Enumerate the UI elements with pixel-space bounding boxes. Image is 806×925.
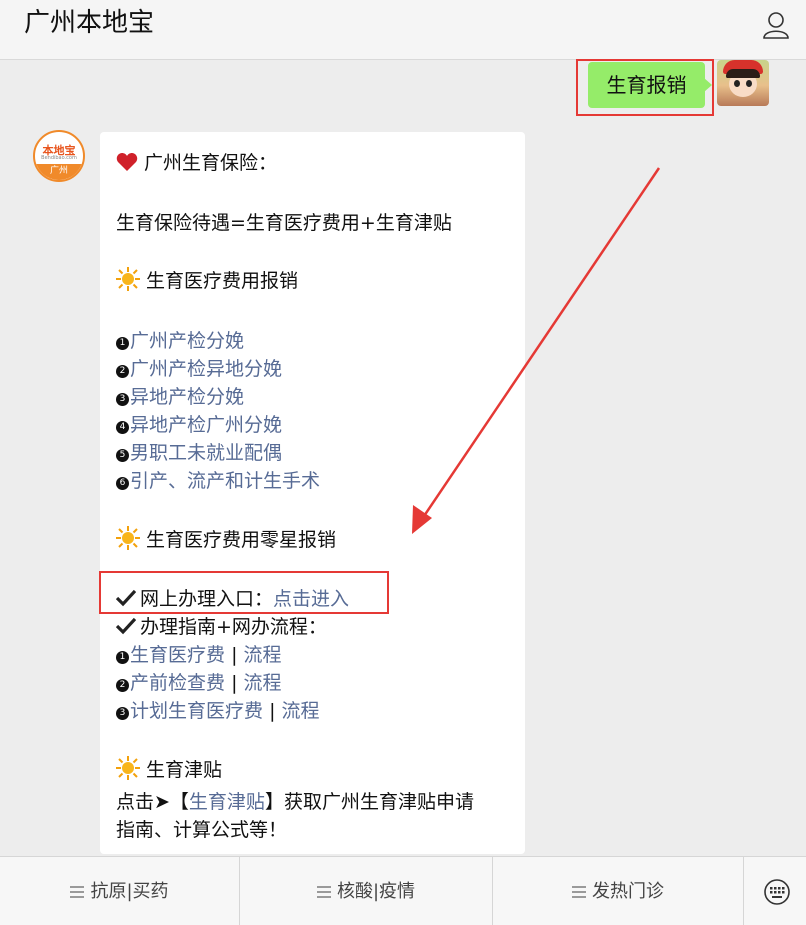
list-link[interactable]: 异地产检分娩: [130, 386, 244, 408]
allowance-suffix: 】获取广州生育津贴申请: [264, 791, 474, 813]
list-link[interactable]: 计划生育医疗费: [130, 700, 263, 722]
menu-label: 核酸|疫情: [336, 881, 416, 902]
process-link[interactable]: 流程: [244, 672, 282, 694]
chat-title: 广州本地宝: [24, 8, 155, 38]
list-link[interactable]: 产前检查费: [130, 672, 225, 694]
list-link[interactable]: 广州产检异地分娩: [130, 358, 282, 380]
list-item: 3 计划生育医疗费 | 流程: [116, 696, 320, 723]
sun-icon: [116, 526, 140, 550]
number-badge: 2: [116, 679, 129, 692]
list-item[interactable]: 3 异地产检分娩: [116, 382, 244, 409]
number-badge: 3: [116, 707, 129, 720]
number-badge: 1: [116, 651, 129, 664]
section-title: 生育医疗费用报销: [146, 270, 299, 292]
separator: |: [269, 700, 276, 722]
sun-icon: [116, 756, 140, 780]
list-link[interactable]: 生育医疗费: [130, 644, 225, 666]
highlight-box-online-entry: [99, 571, 389, 614]
avatar-eye: [734, 80, 740, 87]
avatar-eye: [746, 80, 752, 87]
menu-label: 抗原|买药: [90, 881, 169, 902]
number-badge: 4: [116, 421, 129, 434]
allowance-link[interactable]: 生育津贴: [189, 791, 265, 813]
menu-item-fever-clinic[interactable]: 发热门诊: [493, 857, 744, 925]
number-badge: 2: [116, 365, 129, 378]
checkmark-icon: [116, 617, 136, 635]
list-item[interactable]: 4 异地产检广州分娩: [116, 410, 282, 437]
menu-icon: [316, 886, 331, 898]
heading-text: 广州生育保险：: [144, 152, 278, 174]
section-allowance: 生育津贴: [116, 755, 222, 782]
number-badge: 6: [116, 477, 129, 490]
process-link[interactable]: 流程: [244, 644, 282, 666]
menu-icon: [572, 886, 586, 898]
avatar-hair: [726, 69, 760, 78]
menu-icon: [70, 886, 85, 898]
chat-header: 广州本地宝: [0, 0, 806, 60]
list-item[interactable]: 1 广州产检分娩: [116, 326, 244, 353]
list-item[interactable]: 5 男职工未就业配偶: [116, 438, 282, 465]
menu-item-antigen[interactable]: 抗原|买药: [0, 857, 240, 925]
sun-icon: [116, 267, 140, 291]
section-medical-reimbursement: 生育医疗费用报销: [116, 266, 298, 293]
section-sporadic-reimbursement: 生育医疗费用零星报销: [116, 525, 336, 552]
allowance-prefix: 点击➤【: [116, 791, 189, 813]
list-link[interactable]: 异地产检广州分娩: [130, 414, 282, 436]
list-link[interactable]: 广州产检分娩: [130, 330, 244, 352]
list-item[interactable]: 2 广州产检异地分娩: [116, 354, 282, 381]
incoming-message-bubble: [100, 132, 525, 854]
guide-line: 办理指南+网办流程：: [116, 612, 327, 639]
section-title: 生育津贴: [146, 759, 223, 781]
separator: |: [231, 672, 238, 694]
official-account-avatar[interactable]: 本地宝 Bendibao.com 广州: [33, 130, 85, 182]
list-item[interactable]: 6 引产、流产和计生手术: [116, 466, 320, 493]
list-link[interactable]: 引产、流产和计生手术: [130, 470, 320, 492]
menu-label: 发热门诊: [592, 881, 664, 902]
section-title: 生育医疗费用零星报销: [146, 529, 337, 551]
list-item: 1 生育医疗费 | 流程: [116, 640, 282, 667]
guide-label: 办理指南+网办流程：: [140, 616, 327, 638]
list-link[interactable]: 男职工未就业配偶: [130, 442, 282, 464]
number-badge: 1: [116, 337, 129, 350]
formula-text: 生育保险待遇=生育医疗费用+生育津贴: [116, 212, 452, 234]
process-link[interactable]: 流程: [282, 700, 320, 722]
bottom-menu: 抗原|买药 核酸|疫情 发热门诊: [0, 856, 806, 925]
logo-domain: Bendibao.com: [41, 155, 77, 161]
logo-city: 广州: [35, 164, 83, 180]
highlight-box-outgoing: [576, 59, 714, 116]
message-heading: 广州生育保险：: [116, 148, 277, 175]
separator: |: [231, 644, 238, 666]
number-badge: 3: [116, 393, 129, 406]
allowance-line-2: 指南、计算公式等！: [116, 819, 288, 841]
menu-item-nucleic-acid[interactable]: 核酸|疫情: [240, 857, 493, 925]
list-item: 2 产前检查费 | 流程: [116, 668, 282, 695]
number-badge: 5: [116, 449, 129, 462]
allowance-line: 点击➤【生育津贴】获取广州生育津贴申请: [116, 787, 474, 814]
user-profile-icon[interactable]: [762, 10, 790, 40]
user-avatar[interactable]: [717, 60, 769, 106]
keyboard-icon[interactable]: [744, 857, 806, 925]
heart-icon: [116, 153, 138, 171]
